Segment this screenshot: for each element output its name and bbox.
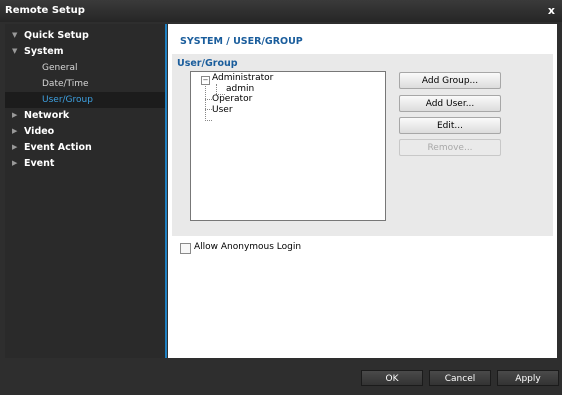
page-title: SYSTEM / USER/GROUP [180,36,303,47]
tree-node-admin[interactable]: admin [226,84,254,94]
chevron-right-icon: ▶ [12,127,18,135]
collapse-icon[interactable]: − [201,76,210,85]
tree-node-administrator[interactable]: Administrator [212,73,273,83]
title-bar: Remote Setup x [0,0,562,22]
sidebar-item-label: System [24,46,64,57]
main-panel: SYSTEM / USER/GROUP User/Group − Adminis… [168,24,557,358]
tree-node-operator[interactable]: Operator [212,94,252,104]
tree-connector [205,120,212,121]
ok-button[interactable]: OK [361,370,423,386]
sidebar-item-label: Quick Setup [24,30,89,41]
sidebar-item-quick-setup[interactable]: ▼ Quick Setup [5,28,165,44]
sidebar-item-label: User/Group [42,95,93,105]
tree-connector [216,84,217,94]
sidebar-item-label: Video [24,126,55,137]
remote-setup-window: Remote Setup x ▼ Quick Setup ▼ System Ge… [0,0,562,395]
sidebar-item-label: Network [24,110,70,121]
chevron-right-icon: ▶ [12,111,18,119]
anonymous-login-label: Allow Anonymous Login [194,242,302,252]
anonymous-login-checkbox[interactable] [180,243,191,254]
tree-node-user[interactable]: User [212,105,233,115]
sidebar-item-user-group[interactable]: User/Group [5,92,165,108]
remove-button: Remove... [399,139,501,156]
window-title: Remote Setup [5,5,85,16]
sidebar-item-label: Event [24,158,55,169]
user-group-panel: User/Group − Administrator admin Operato… [172,54,553,236]
tree-connector [205,109,212,110]
sidebar-item-event[interactable]: ▶ Event [5,156,165,172]
chevron-right-icon: ▶ [12,159,18,167]
user-group-tree[interactable]: − Administrator admin Operator User [190,71,386,221]
sidebar-item-event-action[interactable]: ▶ Event Action [5,140,165,156]
sidebar-item-video[interactable]: ▶ Video [5,124,165,140]
sidebar-item-system[interactable]: ▼ System [5,44,165,60]
chevron-right-icon: ▶ [12,143,18,151]
section-title: User/Group [177,58,238,69]
dialog-footer: OK Cancel Apply [0,360,562,395]
apply-button[interactable]: Apply [497,370,559,386]
tree-connector [205,99,212,100]
cancel-button[interactable]: Cancel [429,370,491,386]
sidebar-item-label: Event Action [24,142,92,153]
chevron-down-icon: ▼ [12,31,18,39]
sidebar: ▼ Quick Setup ▼ System General Date/Time… [5,24,167,358]
sidebar-item-network[interactable]: ▶ Network [5,108,165,124]
sidebar-item-date-time[interactable]: Date/Time [5,76,165,92]
tree-connector [205,84,206,121]
sidebar-item-label: Date/Time [42,79,89,89]
add-group-button[interactable]: Add Group... [399,72,501,89]
sidebar-item-label: General [42,63,78,73]
edit-button[interactable]: Edit... [399,117,501,134]
close-icon[interactable]: x [548,4,555,17]
sidebar-item-general[interactable]: General [5,60,165,76]
add-user-button[interactable]: Add User... [399,95,501,112]
chevron-down-icon: ▼ [12,47,18,55]
